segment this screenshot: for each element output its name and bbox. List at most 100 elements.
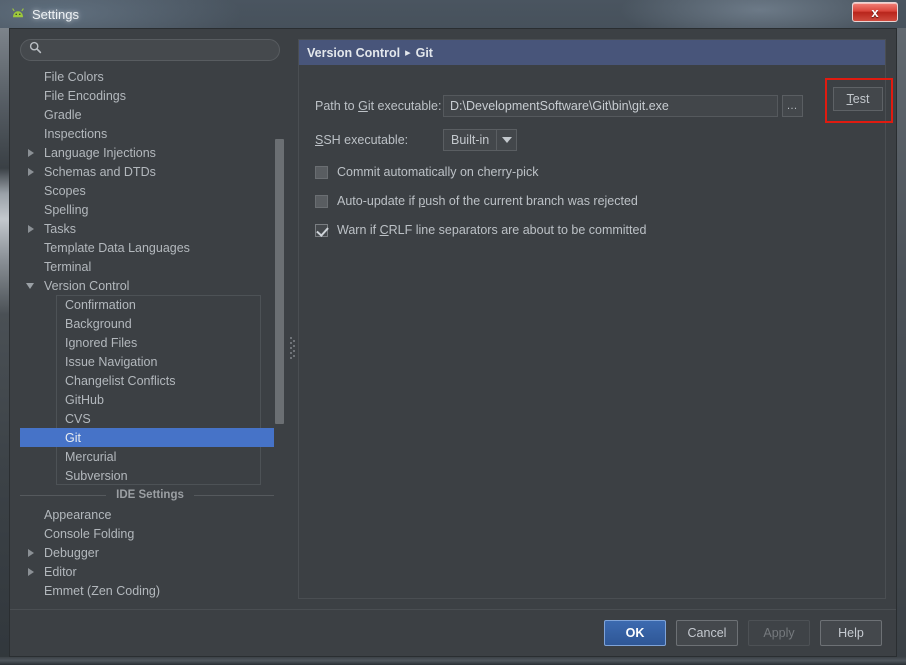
- settings-detail-panel: Version Control ▸ Git Path to Git execut…: [298, 39, 886, 599]
- sidebar-item-subversion[interactable]: Subversion: [20, 466, 280, 485]
- sidebar-item-label: Version Control: [20, 279, 129, 293]
- sidebar-item-label: Spelling: [20, 203, 88, 217]
- sidebar-item-cvs[interactable]: CVS: [20, 409, 280, 428]
- checkbox-unchecked-icon[interactable]: [315, 166, 328, 179]
- sidebar-item-label: Background: [20, 317, 132, 331]
- checkbox-checked-icon[interactable]: [315, 224, 328, 237]
- sidebar-item-debugger[interactable]: Debugger: [20, 543, 280, 562]
- chevron-right-icon[interactable]: [28, 568, 34, 576]
- sidebar-item-appearance[interactable]: Appearance: [20, 505, 280, 524]
- git-path-row: Path to Git executable: …: [315, 95, 803, 117]
- sidebar-item-terminal[interactable]: Terminal: [20, 257, 280, 276]
- window-frame-bottom: [0, 657, 906, 665]
- search-box[interactable]: [20, 39, 280, 61]
- apply-button: Apply: [748, 620, 810, 646]
- sidebar-item-file-colors[interactable]: File Colors: [20, 67, 280, 86]
- sidebar-item-inspections[interactable]: Inspections: [20, 124, 280, 143]
- checkbox-label-commit-automatically-cherry-pick: Commit automatically on cherry-pick: [337, 165, 538, 179]
- window-frame-right: [897, 28, 906, 665]
- separator-line-right: [194, 495, 280, 496]
- checkbox-label-post: ush of the current branch was rejected: [425, 194, 638, 208]
- cancel-button-label: Cancel: [688, 626, 727, 640]
- help-button[interactable]: Help: [820, 620, 882, 646]
- title-bar[interactable]: Settings x: [0, 0, 906, 28]
- sidebar-item-version-control[interactable]: Version Control: [20, 276, 280, 295]
- sidebar-item-emmet-zen-coding[interactable]: Emmet (Zen Coding): [20, 581, 280, 600]
- breadcrumb-leaf: Git: [416, 46, 433, 60]
- browse-button[interactable]: …: [782, 95, 803, 117]
- sidebar-item-label: Language Injections: [20, 146, 156, 160]
- sidebar-item-language-injections[interactable]: Language Injections: [20, 143, 280, 162]
- settings-tree[interactable]: File ColorsFile Encodings Gradle Inspectio…: [20, 67, 280, 633]
- sidebar-item-label: Changelist Conflicts: [20, 374, 175, 388]
- ssh-executable-row: SSH executable: Built-in: [315, 129, 517, 151]
- ok-button[interactable]: OK: [604, 620, 666, 646]
- sidebar-item-template-data-languages[interactable]: Template Data Languages: [20, 238, 280, 257]
- close-button[interactable]: x: [852, 2, 898, 22]
- settings-window: Settings x File ColorsFile Encodings Grad…: [0, 0, 906, 665]
- sidebar-item-file-encodings[interactable]: File Encodings: [20, 86, 280, 105]
- sidebar-item-spelling[interactable]: Spelling: [20, 200, 280, 219]
- dialog-footer: OK Cancel Apply Help: [10, 609, 896, 656]
- ok-button-label: OK: [626, 626, 645, 640]
- git-path-label-pre: Path to: [315, 99, 358, 113]
- chevron-down-icon[interactable]: [497, 130, 516, 150]
- test-button[interactable]: Test: [833, 87, 883, 111]
- sidebar-item-mercurial[interactable]: Mercurial: [20, 447, 280, 466]
- separator-label: IDE Settings: [106, 489, 194, 501]
- chevron-right-icon[interactable]: [28, 225, 34, 233]
- git-path-input[interactable]: [443, 95, 778, 117]
- sidebar-item-label: Schemas and DTDs: [20, 165, 156, 179]
- sidebar-item-background[interactable]: Background: [20, 314, 280, 333]
- sidebar-item-scopes[interactable]: Scopes: [20, 181, 280, 200]
- checkbox-row-commit-automatically-cherry-pick[interactable]: Commit automatically on cherry-pick: [315, 165, 538, 179]
- checkbox-row-warn-crlf-line-separators[interactable]: Warn if CRLF line separators are about t…: [315, 223, 646, 237]
- sidebar-item-github[interactable]: GitHub: [20, 390, 280, 409]
- search-input[interactable]: [47, 43, 271, 57]
- chevron-right-icon[interactable]: [28, 149, 34, 157]
- sidebar-item-confirmation[interactable]: Confirmation: [20, 295, 280, 314]
- sidebar-item-console-folding[interactable]: Console Folding: [20, 524, 280, 543]
- cancel-button[interactable]: Cancel: [676, 620, 738, 646]
- sidebar-item-label: Subversion: [20, 469, 128, 483]
- tree-bottom-group: AppearanceConsole FoldingDebuggerEditorE…: [20, 505, 280, 600]
- content-area: File ColorsFile Encodings Gradle Inspectio…: [10, 29, 896, 609]
- ssh-executable-value: Built-in: [444, 130, 496, 150]
- chevron-right-icon[interactable]: [28, 549, 34, 557]
- checkbox-label-auto-update-on-push-rejected: Auto-update if push of the current branc…: [337, 194, 638, 208]
- breadcrumb-root: Version Control: [307, 46, 400, 60]
- sidebar-item-changelist-conflicts[interactable]: Changelist Conflicts: [20, 371, 280, 390]
- git-path-label-accel: G: [358, 99, 368, 113]
- checkbox-label-pre: Auto-update if: [337, 194, 418, 208]
- sidebar-item-tasks[interactable]: Tasks: [20, 219, 280, 238]
- sidebar-item-label: Ignored Files: [20, 336, 137, 350]
- sidebar-item-gradle[interactable]: Gradle: [20, 105, 280, 124]
- panel-splitter[interactable]: [287, 29, 297, 609]
- sidebar-item-editor[interactable]: Editor: [20, 562, 280, 581]
- sidebar-item-label: Template Data Languages: [20, 241, 190, 255]
- sidebar-item-issue-navigation[interactable]: Issue Navigation: [20, 352, 280, 371]
- git-path-label: Path to Git executable:: [315, 99, 443, 113]
- tree-scrollbar-thumb[interactable]: [275, 139, 284, 424]
- sidebar-item-schemas-and-dtds[interactable]: Schemas and DTDs: [20, 162, 280, 181]
- ssh-label-post: SH executable:: [323, 133, 408, 147]
- chevron-down-icon[interactable]: [26, 283, 34, 289]
- sidebar-item-ignored-files[interactable]: Ignored Files: [20, 333, 280, 352]
- chevron-right-icon[interactable]: [28, 168, 34, 176]
- sidebar-item-label: Terminal: [20, 260, 91, 274]
- checkbox-unchecked-icon[interactable]: [315, 195, 328, 208]
- ellipsis-icon: …: [787, 103, 799, 109]
- title-bar-content: Settings: [10, 3, 79, 25]
- checkbox-label-warn-crlf-line-separators: Warn if CRLF line separators are about t…: [337, 223, 646, 237]
- sidebar-item-git[interactable]: Git: [20, 428, 280, 447]
- sidebar-item-label: Gradle: [20, 108, 82, 122]
- test-label-post: est: [853, 92, 870, 106]
- sidebar-item-label: Scopes: [20, 184, 86, 198]
- checkbox-row-auto-update-on-push-rejected[interactable]: Auto-update if push of the current branc…: [315, 194, 638, 208]
- test-button-label: Test: [847, 92, 870, 106]
- ide-settings-separator: IDE Settings: [20, 485, 280, 505]
- panel-breadcrumb-header: Version Control ▸ Git: [299, 40, 885, 65]
- sidebar-item-label: Confirmation: [20, 298, 136, 312]
- sidebar-item-label: Git: [20, 431, 81, 445]
- ssh-executable-dropdown[interactable]: Built-in: [443, 129, 517, 151]
